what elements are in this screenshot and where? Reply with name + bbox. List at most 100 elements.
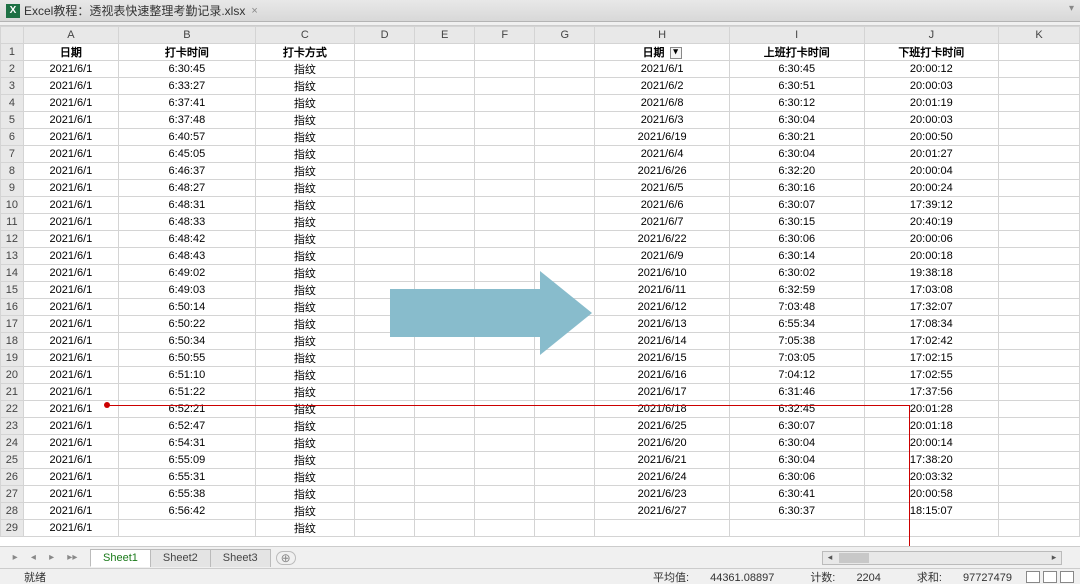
col-header-H[interactable]: H: [595, 27, 730, 44]
cell-E5[interactable]: [415, 112, 475, 129]
cell-K2[interactable]: [999, 61, 1080, 78]
cell-I28[interactable]: 6:30:37: [729, 503, 864, 520]
cell-K24[interactable]: [999, 435, 1080, 452]
row-header-11[interactable]: 11: [1, 214, 24, 231]
tab-nav-buttons[interactable]: ▸◂▸▸▸: [0, 552, 90, 563]
cell-B22[interactable]: 6:52:21: [119, 401, 256, 418]
cell-H9[interactable]: 2021/6/5: [595, 180, 730, 197]
cell-F26[interactable]: [475, 469, 535, 486]
col-header-E[interactable]: E: [415, 27, 475, 44]
cell-G6[interactable]: [535, 129, 595, 146]
cell-A25[interactable]: 2021/6/1: [23, 452, 118, 469]
cell-C28[interactable]: 指纹: [255, 503, 354, 520]
row-header-7[interactable]: 7: [1, 146, 24, 163]
row-header-5[interactable]: 5: [1, 112, 24, 129]
filter-dropdown-icon[interactable]: ▾: [670, 47, 682, 59]
cell-J10[interactable]: 17:39:12: [864, 197, 999, 214]
col-header-G[interactable]: G: [535, 27, 595, 44]
cell-D20[interactable]: [355, 367, 415, 384]
cell-D2[interactable]: [355, 61, 415, 78]
col-header-F[interactable]: F: [475, 27, 535, 44]
cell-D6[interactable]: [355, 129, 415, 146]
cell-E7[interactable]: [415, 146, 475, 163]
cell-F19[interactable]: [475, 350, 535, 367]
row-header-28[interactable]: 28: [1, 503, 24, 520]
cell-H18[interactable]: 2021/6/14: [595, 333, 730, 350]
cell-G11[interactable]: [535, 214, 595, 231]
cell-A18[interactable]: 2021/6/1: [23, 333, 118, 350]
cell-J14[interactable]: 19:38:18: [864, 265, 999, 282]
cell-J28[interactable]: 18:15:07: [864, 503, 999, 520]
cell-F1[interactable]: [475, 44, 535, 61]
cell-C27[interactable]: 指纹: [255, 486, 354, 503]
cell-D22[interactable]: [355, 401, 415, 418]
cell-A14[interactable]: 2021/6/1: [23, 265, 118, 282]
cell-G21[interactable]: [535, 384, 595, 401]
cell-B17[interactable]: 6:50:22: [119, 316, 256, 333]
cell-A4[interactable]: 2021/6/1: [23, 95, 118, 112]
row-header-9[interactable]: 9: [1, 180, 24, 197]
cell-B26[interactable]: 6:55:31: [119, 469, 256, 486]
cell-I27[interactable]: 6:30:41: [729, 486, 864, 503]
cell-K11[interactable]: [999, 214, 1080, 231]
row-header-16[interactable]: 16: [1, 299, 24, 316]
cell-K21[interactable]: [999, 384, 1080, 401]
cell-H12[interactable]: 2021/6/22: [595, 231, 730, 248]
row-header-21[interactable]: 21: [1, 384, 24, 401]
cell-A17[interactable]: 2021/6/1: [23, 316, 118, 333]
row-header-12[interactable]: 12: [1, 231, 24, 248]
col-header-J[interactable]: J: [864, 27, 999, 44]
cell-G16[interactable]: [535, 299, 595, 316]
cell-H5[interactable]: 2021/6/3: [595, 112, 730, 129]
cell-C18[interactable]: 指纹: [255, 333, 354, 350]
cell-G3[interactable]: [535, 78, 595, 95]
cell-C29[interactable]: 指纹: [255, 520, 354, 537]
cell-F25[interactable]: [475, 452, 535, 469]
cell-K22[interactable]: [999, 401, 1080, 418]
cell-H23[interactable]: 2021/6/25: [595, 418, 730, 435]
cell-F22[interactable]: [475, 401, 535, 418]
cell-A10[interactable]: 2021/6/1: [23, 197, 118, 214]
cell-I26[interactable]: 6:30:06: [729, 469, 864, 486]
cell-G13[interactable]: [535, 248, 595, 265]
cell-K4[interactable]: [999, 95, 1080, 112]
cell-K5[interactable]: [999, 112, 1080, 129]
cell-D21[interactable]: [355, 384, 415, 401]
cell-I23[interactable]: 6:30:07: [729, 418, 864, 435]
cell-I13[interactable]: 6:30:14: [729, 248, 864, 265]
row-header-15[interactable]: 15: [1, 282, 24, 299]
row-header-20[interactable]: 20: [1, 367, 24, 384]
cell-H17[interactable]: 2021/6/13: [595, 316, 730, 333]
cell-A19[interactable]: 2021/6/1: [23, 350, 118, 367]
cell-I22[interactable]: 6:32:45: [729, 401, 864, 418]
cell-C22[interactable]: 指纹: [255, 401, 354, 418]
cell-H10[interactable]: 2021/6/6: [595, 197, 730, 214]
cell-H19[interactable]: 2021/6/15: [595, 350, 730, 367]
cell-D12[interactable]: [355, 231, 415, 248]
cell-K10[interactable]: [999, 197, 1080, 214]
cell-H4[interactable]: 2021/6/8: [595, 95, 730, 112]
cell-B10[interactable]: 6:48:31: [119, 197, 256, 214]
cell-J7[interactable]: 20:01:27: [864, 146, 999, 163]
cell-K7[interactable]: [999, 146, 1080, 163]
cell-G20[interactable]: [535, 367, 595, 384]
cell-B18[interactable]: 6:50:34: [119, 333, 256, 350]
cell-E1[interactable]: [415, 44, 475, 61]
cell-B11[interactable]: 6:48:33: [119, 214, 256, 231]
cell-I2[interactable]: 6:30:45: [729, 61, 864, 78]
cell-D27[interactable]: [355, 486, 415, 503]
cell-F16[interactable]: [475, 299, 535, 316]
cell-H3[interactable]: 2021/6/2: [595, 78, 730, 95]
cell-J27[interactable]: 20:00:58: [864, 486, 999, 503]
row-header-18[interactable]: 18: [1, 333, 24, 350]
cell-B5[interactable]: 6:37:48: [119, 112, 256, 129]
cell-D28[interactable]: [355, 503, 415, 520]
cell-G17[interactable]: [535, 316, 595, 333]
cell-K28[interactable]: [999, 503, 1080, 520]
cell-C15[interactable]: 指纹: [255, 282, 354, 299]
cell-D1[interactable]: [355, 44, 415, 61]
cell-G22[interactable]: [535, 401, 595, 418]
cell-J13[interactable]: 20:00:18: [864, 248, 999, 265]
cell-E3[interactable]: [415, 78, 475, 95]
cell-C6[interactable]: 指纹: [255, 129, 354, 146]
